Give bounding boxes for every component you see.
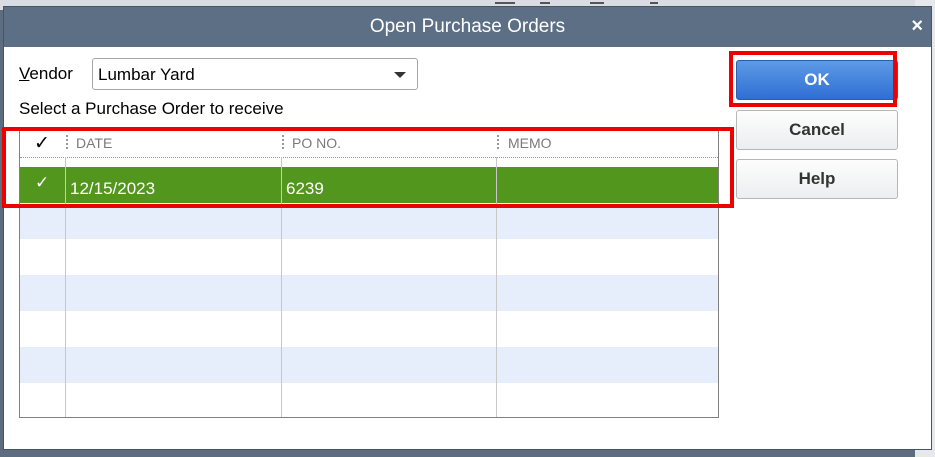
vendor-label-accelerator: V bbox=[19, 64, 30, 83]
vendor-dropdown-value: Lumbar Yard bbox=[98, 65, 195, 84]
dialog-title: Open Purchase Orders bbox=[369, 16, 566, 37]
empty-row bbox=[20, 383, 718, 417]
empty-row bbox=[20, 239, 718, 275]
checkmark-column-header[interactable]: ✓ bbox=[34, 132, 50, 155]
table-header: ✓ DATE PO NO. MEMO bbox=[20, 129, 718, 158]
open-purchase-orders-dialog: Open Purchase Orders × Vendor Lumbar Yar… bbox=[3, 6, 932, 450]
column-header-po-no[interactable]: PO NO. bbox=[292, 129, 341, 157]
column-divider bbox=[65, 157, 66, 417]
help-button[interactable]: Help bbox=[736, 159, 898, 199]
vendor-label: Vendor bbox=[19, 64, 73, 84]
instruction-text: Select a Purchase Order to receive bbox=[19, 99, 284, 118]
column-divider bbox=[496, 157, 497, 417]
purchase-orders-table: ✓ DATE PO NO. MEMO ✓ 12/15/2023 6239 bbox=[19, 128, 719, 418]
row-checkmark-icon[interactable]: ✓ bbox=[35, 173, 49, 193]
ok-button[interactable]: OK bbox=[736, 60, 898, 100]
column-header-date[interactable]: DATE bbox=[76, 129, 112, 157]
empty-row bbox=[20, 203, 718, 239]
row-date: 12/15/2023 bbox=[70, 179, 156, 198]
row-po-no: 6239 bbox=[286, 179, 324, 198]
dialog-title-bar: Open Purchase Orders × bbox=[4, 7, 931, 47]
column-header-memo[interactable]: MEMO bbox=[508, 129, 552, 157]
column-divider bbox=[281, 157, 282, 417]
close-icon[interactable]: × bbox=[911, 15, 923, 37]
empty-row bbox=[20, 275, 718, 311]
chevron-down-icon[interactable] bbox=[394, 72, 406, 78]
cancel-button[interactable]: Cancel bbox=[736, 110, 898, 150]
empty-row bbox=[20, 347, 718, 383]
table-row[interactable]: ✓ 12/15/2023 6239 bbox=[20, 167, 718, 203]
vendor-dropdown[interactable]: Lumbar Yard bbox=[92, 58, 418, 90]
vendor-label-text: endor bbox=[29, 64, 73, 83]
empty-row bbox=[20, 311, 718, 347]
